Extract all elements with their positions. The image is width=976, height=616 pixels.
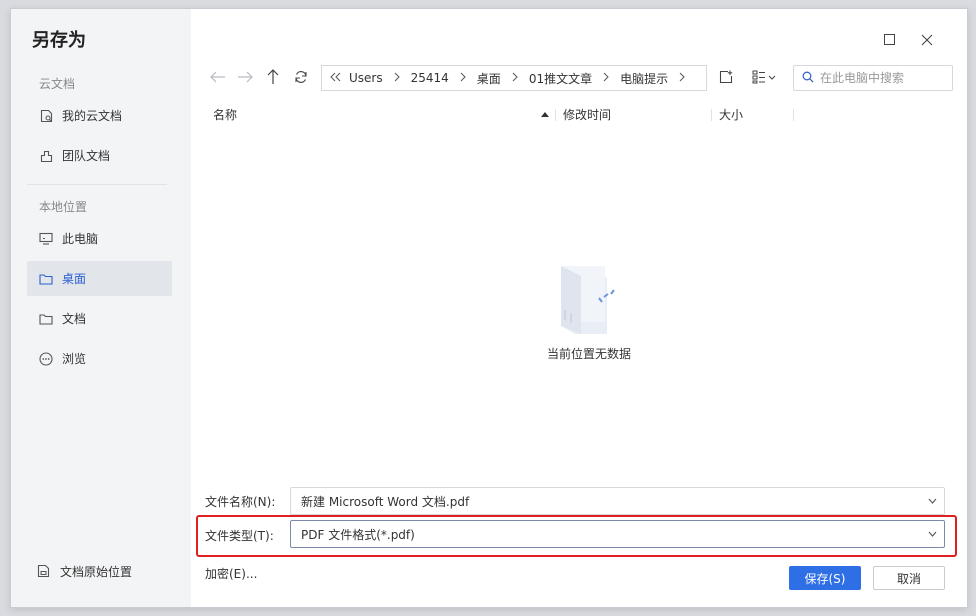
chevron-right-icon	[512, 71, 518, 85]
sidebar: 另存为 云文档 我的云文档 团队文档 本地位置 此电脑 桌面 文档 浏览 文档原…	[11, 9, 191, 607]
save-as-dialog: 另存为 云文档 我的云文档 团队文档 本地位置 此电脑 桌面 文档 浏览 文档原…	[10, 8, 968, 608]
column-header-name-label: 名称	[213, 107, 238, 122]
breadcrumb-users[interactable]: Users	[349, 71, 383, 85]
team-doc-icon	[39, 149, 53, 163]
new-folder-button[interactable]	[717, 67, 735, 89]
sidebar-item-browse[interactable]: 浏览	[27, 341, 172, 376]
sidebar-item-label: 桌面	[62, 272, 87, 286]
monitor-icon	[39, 232, 53, 246]
column-header-size-label: 大小	[719, 107, 744, 122]
sidebar-divider	[27, 184, 167, 185]
sidebar-item-label: 我的云文档	[62, 109, 123, 123]
arrow-right-icon	[237, 71, 253, 86]
empty-state-illustration	[531, 264, 641, 339]
close-icon	[921, 34, 933, 49]
back-button[interactable]	[207, 67, 229, 89]
folder-icon	[39, 272, 53, 286]
column-divider[interactable]	[555, 109, 556, 121]
chevron-right-icon	[394, 71, 400, 85]
document-location-icon	[37, 564, 51, 578]
search-input[interactable]	[820, 71, 944, 85]
list-view-icon	[752, 70, 778, 87]
filename-value[interactable]: 新建 Microsoft Word 文档.pdf	[301, 493, 920, 510]
sidebar-item-label: 文档	[62, 312, 87, 326]
sidebar-item-label: 浏览	[62, 352, 87, 366]
dialog-title: 另存为	[32, 30, 86, 51]
sidebar-item-this-pc[interactable]: 此电脑	[27, 221, 172, 256]
chevron-right-icon	[460, 71, 466, 85]
column-header-modified[interactable]: 修改时间	[563, 104, 611, 124]
sort-ascending-icon[interactable]	[541, 104, 549, 124]
sidebar-item-team-docs[interactable]: 团队文档	[27, 138, 172, 173]
maximize-button[interactable]	[879, 31, 899, 51]
original-location-button[interactable]: 文档原始位置	[27, 556, 132, 586]
sidebar-item-documents[interactable]: 文档	[27, 301, 172, 336]
filetype-label: 文件类型(T):	[205, 529, 274, 543]
filetype-select[interactable]: PDF 文件格式(*.pdf)	[290, 520, 945, 548]
breadcrumb[interactable]: Users 25414 桌面 01推文文章 电脑提示	[321, 65, 707, 91]
empty-folder-icon	[561, 266, 615, 334]
sidebar-item-desktop[interactable]: 桌面	[27, 261, 172, 296]
empty-state-message: 当前位置无数据	[546, 347, 631, 361]
refresh-icon	[294, 70, 308, 87]
arrow-left-icon	[210, 71, 226, 86]
cloud-doc-icon	[39, 109, 53, 123]
forward-button[interactable]	[234, 67, 256, 89]
breadcrumb-user-id[interactable]: 25414	[411, 71, 449, 85]
chevron-down-icon[interactable]	[920, 498, 944, 504]
maximize-icon	[883, 34, 895, 48]
arrow-up-icon	[267, 68, 279, 88]
sidebar-item-my-cloud-docs[interactable]: 我的云文档	[27, 98, 172, 133]
filetype-value[interactable]: PDF 文件格式(*.pdf)	[301, 526, 920, 543]
refresh-button[interactable]	[290, 67, 312, 89]
search-icon	[802, 71, 814, 86]
column-header-name[interactable]: 名称	[213, 104, 237, 124]
chevron-right-icon[interactable]	[679, 71, 685, 85]
sidebar-item-label: 此电脑	[62, 232, 99, 246]
local-section-label: 本地位置	[39, 200, 88, 214]
view-mode-button[interactable]	[749, 67, 781, 89]
column-divider[interactable]	[711, 109, 712, 121]
more-icon	[39, 351, 53, 366]
folder-icon	[39, 312, 53, 326]
close-button[interactable]	[917, 31, 937, 51]
new-folder-icon	[719, 70, 733, 87]
search-box[interactable]	[793, 65, 953, 91]
column-header-modified-label: 修改时间	[563, 107, 612, 122]
sidebar-item-label: 团队文档	[62, 149, 111, 163]
column-header-size[interactable]: 大小	[719, 104, 743, 124]
filename-label: 文件名称(N):	[205, 495, 276, 509]
chevron-right-icon	[603, 71, 609, 85]
breadcrumb-desktop[interactable]: 桌面	[477, 70, 501, 87]
breadcrumb-pc-tips[interactable]: 电脑提示	[620, 70, 668, 87]
up-button[interactable]	[262, 67, 284, 89]
encrypt-link[interactable]: 加密(E)...	[205, 565, 257, 582]
breadcrumb-overflow-icon[interactable]	[330, 71, 342, 85]
save-button[interactable]: 保存(S)	[789, 566, 861, 590]
original-location-label: 文档原始位置	[60, 564, 133, 579]
filename-field[interactable]: 新建 Microsoft Word 文档.pdf	[290, 487, 945, 515]
chevron-down-icon[interactable]	[920, 531, 944, 537]
breadcrumb-articles[interactable]: 01推文文章	[529, 70, 592, 87]
cancel-button[interactable]: 取消	[873, 566, 945, 590]
cloud-section-label: 云文档	[39, 77, 76, 91]
column-divider[interactable]	[793, 109, 794, 121]
